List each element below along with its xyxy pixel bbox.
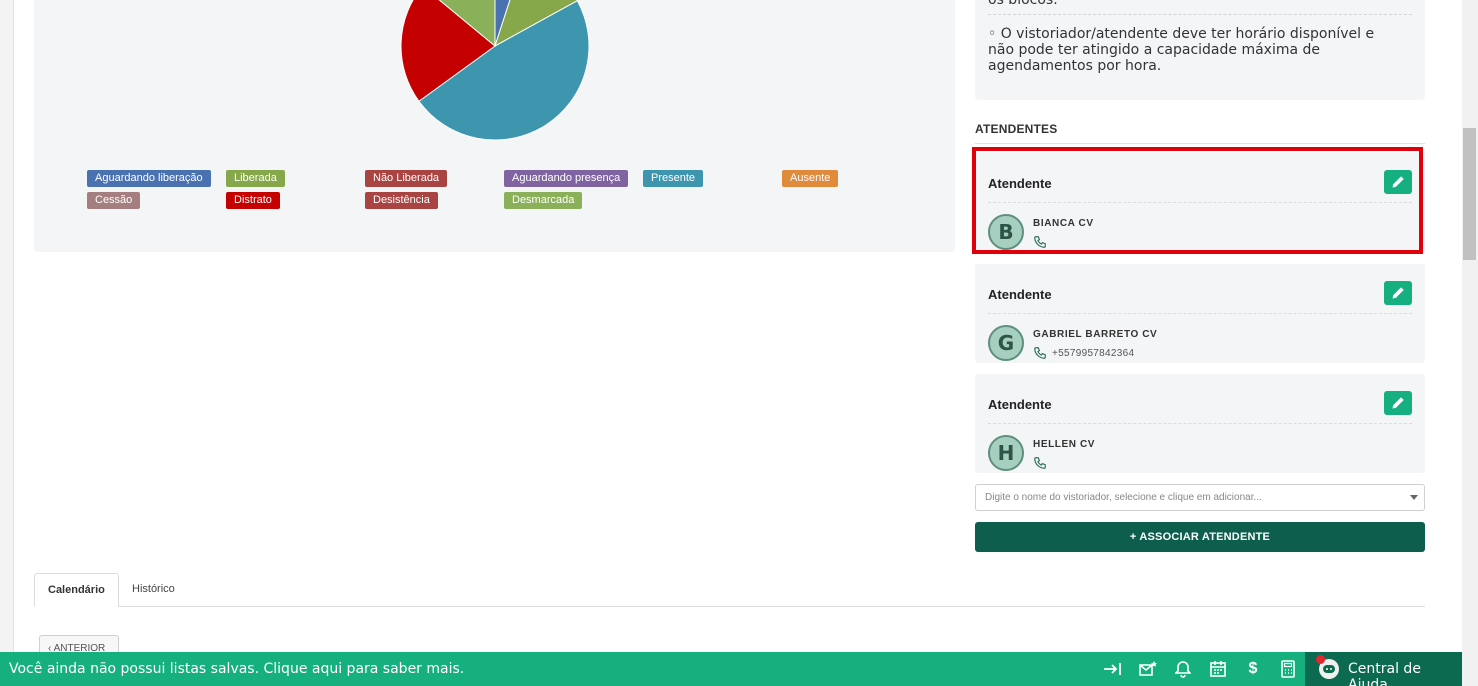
help-center-label: Central de Ajuda — [1348, 661, 1421, 686]
attendant-card: Atendente G GABRIEL BARRETO CV +55799578… — [975, 264, 1425, 363]
attendant-search-select[interactable]: Digite o nome do vistoriador, selecione … — [975, 484, 1425, 511]
legend-nao-liberada: Não Liberada — [365, 170, 448, 187]
avatar: H — [988, 435, 1024, 471]
legend-ausente: Ausente — [782, 170, 839, 187]
legend-cessao: Cessão — [87, 192, 141, 209]
tab-historico[interactable]: Histórico — [119, 573, 188, 607]
phone-row: +5579957842364 — [1033, 346, 1134, 360]
edit-attendant-button[interactable] — [1384, 281, 1412, 305]
legend-desmarcada: Desmarcada — [504, 192, 583, 209]
associate-attendant-button[interactable]: + ASSOCIAR ATENDENTE — [975, 522, 1425, 552]
phone-icon — [1034, 347, 1046, 359]
vertical-scrollbar[interactable] — [1462, 0, 1478, 686]
select-placeholder: Digite o nome do vistoriador, selecione … — [985, 492, 1262, 503]
legend-desistencia: Desistência — [365, 192, 438, 209]
tab-calendario[interactable]: Calendário — [34, 573, 119, 607]
phone-icon — [1034, 457, 1046, 469]
legend-row: Cessão Distrato Desistência Desmarcada — [87, 192, 927, 214]
chart-legend: Aguardando liberação Liberada Não Libera… — [87, 170, 927, 214]
edit-attendant-button[interactable] — [1384, 391, 1412, 415]
rules-divider — [988, 14, 1412, 15]
avatar: G — [988, 325, 1024, 361]
bottom-bar: Você ainda não possui listas salvas. Cli… — [0, 652, 1462, 686]
rules-top-fragment: os blocos. — [988, 0, 1058, 8]
collapse-right-icon[interactable] — [1103, 660, 1123, 678]
mail-star-icon[interactable] — [1138, 660, 1158, 678]
legend-aguardando-liberacao: Aguardando liberação — [87, 170, 211, 187]
scrollbar-thumb[interactable] — [1463, 128, 1476, 260]
legend-presente: Presente — [643, 170, 704, 187]
legend-row: Aguardando liberação Liberada Não Libera… — [87, 170, 927, 192]
status-pie-chart — [400, 0, 590, 141]
calculator-icon[interactable] — [1278, 660, 1298, 678]
pencil-icon — [1392, 397, 1404, 409]
legend-liberada: Liberada — [226, 170, 285, 187]
tab-bar: Calendário Histórico — [34, 573, 1425, 607]
pencil-icon — [1392, 287, 1404, 299]
calendar-icon[interactable] — [1208, 660, 1228, 678]
chevron-down-icon — [1410, 495, 1418, 500]
status-chart-panel: Aguardando liberação Liberada Não Libera… — [34, 0, 955, 252]
card-divider — [988, 313, 1412, 314]
saved-lists-message[interactable]: Você ainda não possui listas salvas. Cli… — [9, 661, 464, 677]
notification-dot — [1316, 655, 1325, 664]
attendant-phone[interactable]: +5579957842364 — [1052, 348, 1134, 359]
dollar-icon[interactable]: $ — [1243, 660, 1263, 678]
legend-aguardando-presenca: Aguardando presença — [504, 170, 629, 187]
rules-box: os blocos. ◦ O vistoriador/atendente dev… — [975, 0, 1425, 100]
attendant-card: Atendente H HELLEN CV — [975, 374, 1425, 473]
card-divider — [988, 423, 1412, 424]
section-divider — [975, 143, 1425, 144]
rule-text: ◦ O vistoriador/atendente deve ter horár… — [988, 26, 1375, 74]
legend-distrato: Distrato — [226, 192, 280, 209]
attendant-name: HELLEN CV — [1033, 439, 1096, 450]
help-center-button[interactable]: Central de Ajuda — [1305, 652, 1462, 686]
section-title: ATENDENTES — [975, 122, 1058, 136]
phone-row — [1033, 456, 1052, 470]
left-rail — [0, 0, 14, 686]
attendant-card-title: Atendente — [988, 287, 1052, 302]
bell-icon[interactable] — [1173, 660, 1193, 678]
selection-highlight — [972, 147, 1423, 254]
attendant-card-title: Atendente — [988, 397, 1052, 412]
attendant-name: GABRIEL BARRETO CV — [1033, 329, 1158, 340]
